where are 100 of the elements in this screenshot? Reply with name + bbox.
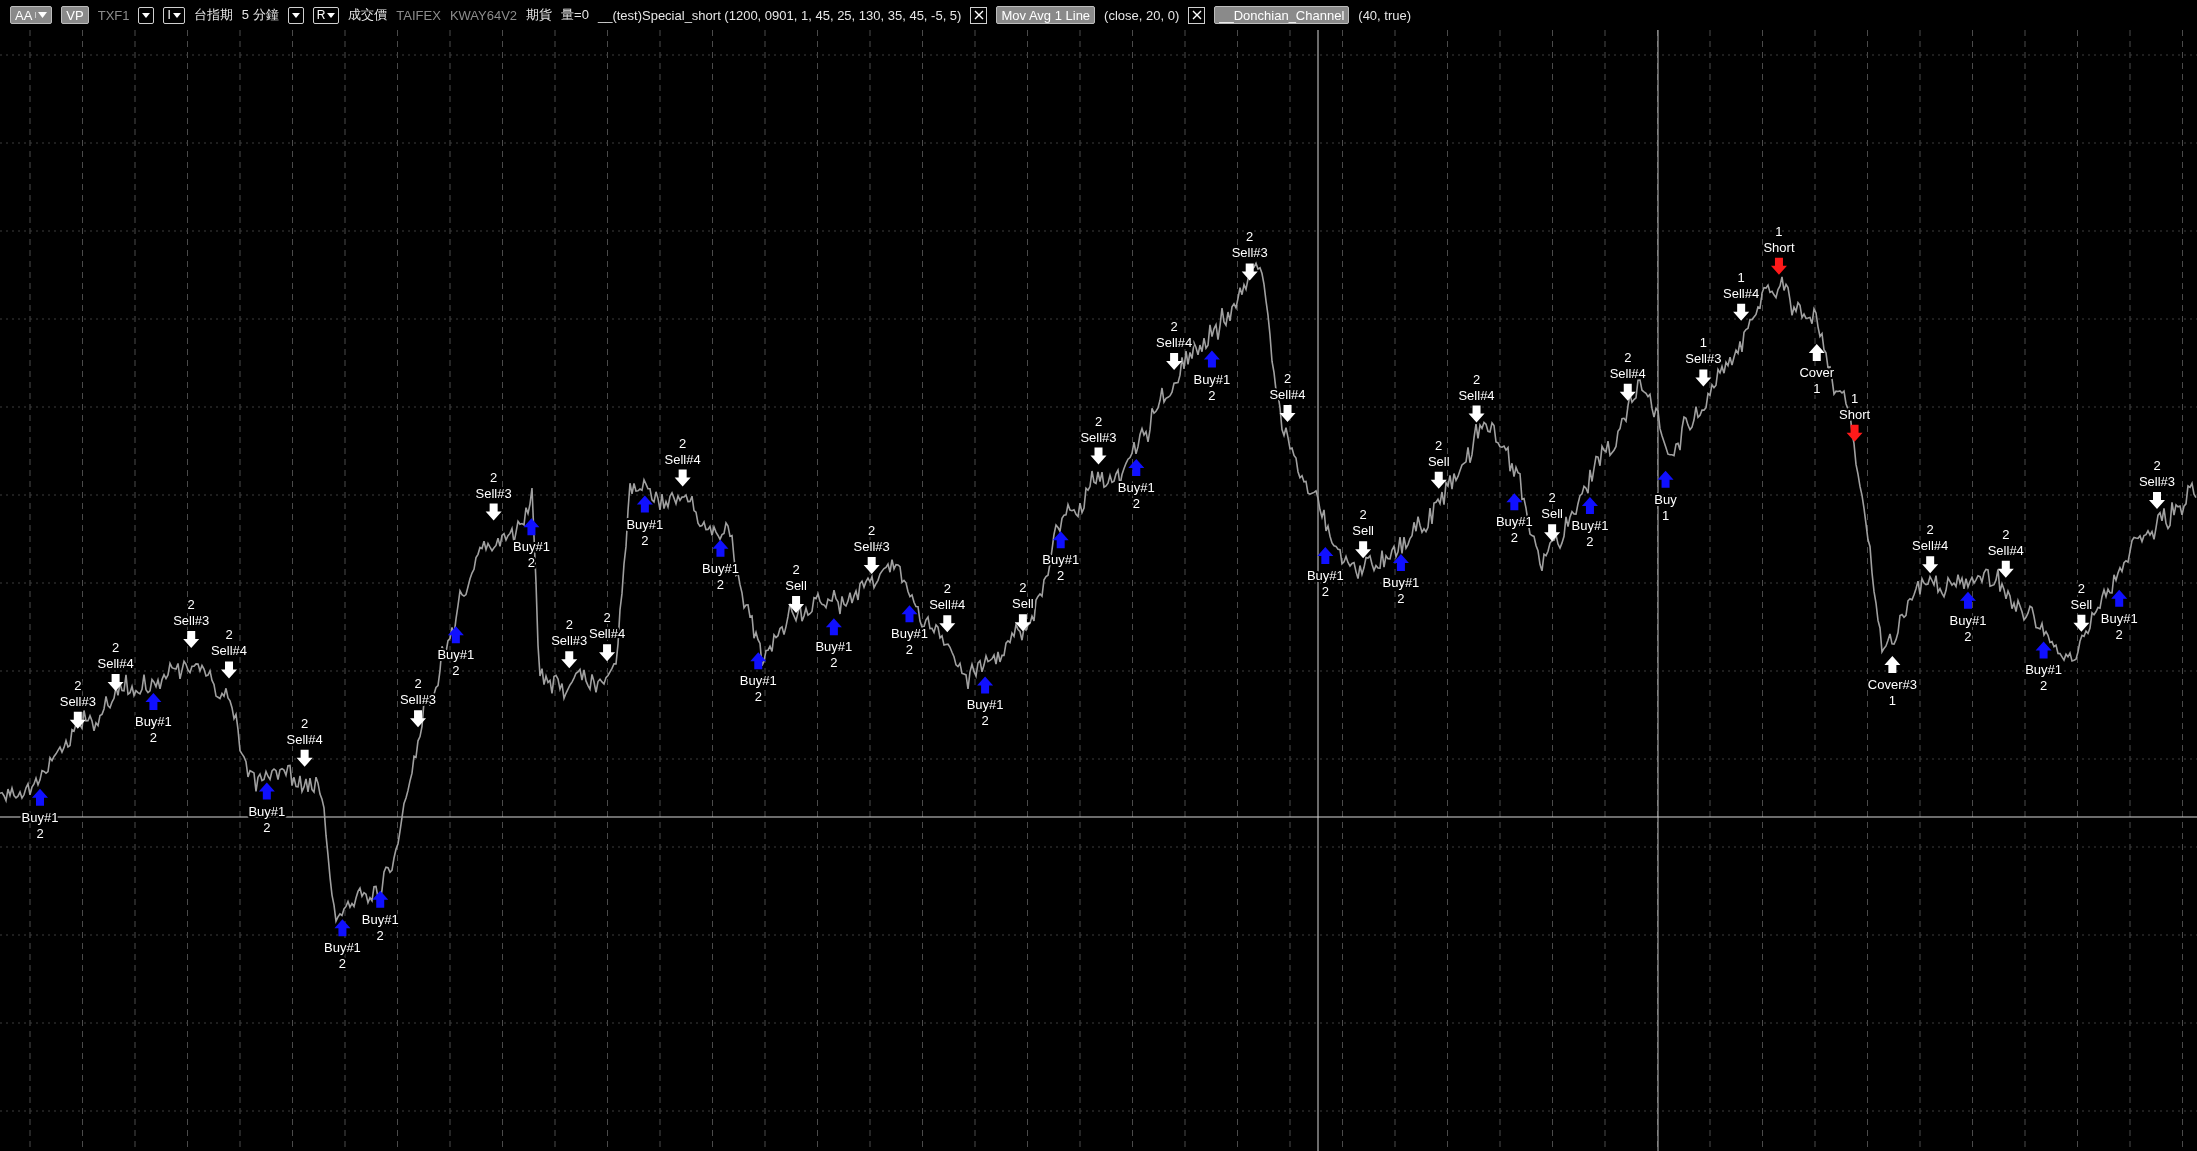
signal-label: Sell#3 bbox=[475, 485, 512, 501]
signal-label: Cover#3 bbox=[1867, 676, 1917, 692]
signal-label: Buy#1 bbox=[248, 803, 286, 819]
signal-quantity: 2 bbox=[1397, 591, 1405, 606]
signal-label: Sell#4 bbox=[97, 656, 134, 672]
dropdown-button[interactable] bbox=[138, 6, 155, 24]
signal-quantity: 2 bbox=[1548, 490, 1556, 506]
signal-quantity: 2 bbox=[527, 555, 536, 571]
dropdown-button[interactable] bbox=[287, 6, 304, 24]
signal-label: Buy#1 bbox=[966, 697, 1004, 713]
signal-label: Short bbox=[1839, 406, 1871, 422]
signal-label: Buy#1 bbox=[815, 639, 853, 655]
signal-label: Sell bbox=[1012, 596, 1034, 612]
signal-label: Buy#1 bbox=[891, 626, 928, 642]
close-button[interactable] bbox=[970, 6, 988, 24]
signal-label: Buy#1 bbox=[1382, 575, 1420, 590]
signal-quantity: 2 bbox=[1586, 534, 1594, 550]
signal-quantity: 2 bbox=[2077, 580, 2085, 596]
signal-quantity: 2 bbox=[2153, 458, 2161, 473]
signal-label: Buy#1 bbox=[1117, 480, 1155, 496]
toolbar-label: TXF1 bbox=[97, 7, 130, 23]
signal-label: Buy#1 bbox=[437, 647, 475, 663]
signal-quantity: 2 bbox=[1472, 371, 1481, 387]
signal-quantity: 1 bbox=[1850, 390, 1859, 406]
signal-label: Sell#3 bbox=[551, 633, 588, 649]
toolbar-label: __(test)Special_short (1200, 0901, 1, 45, 25, 130, 35, 45, -5, 5) bbox=[597, 7, 962, 23]
signal-quantity: 2 bbox=[225, 627, 233, 643]
indicator-button[interactable]: VP bbox=[61, 6, 89, 24]
signal-quantity: 2 bbox=[74, 677, 82, 693]
signal-quantity: 2 bbox=[1359, 507, 1367, 523]
signal-label: Buy#1 bbox=[2025, 662, 2063, 678]
signal-quantity: 2 bbox=[830, 655, 838, 671]
signal-quantity: 2 bbox=[36, 825, 44, 841]
signal-quantity: 1 bbox=[1888, 692, 1896, 708]
signal-quantity: 2 bbox=[490, 469, 498, 485]
signal-quantity: 2 bbox=[338, 956, 347, 972]
signal-quantity: 1 bbox=[1737, 269, 1745, 285]
signal-quantity: 2 bbox=[716, 576, 725, 592]
signal-label: Buy#1 bbox=[2100, 610, 2138, 626]
caret-icon bbox=[291, 12, 300, 18]
toolbar-label: 台指期 bbox=[193, 6, 233, 24]
signal-label: Buy#1 bbox=[361, 911, 399, 927]
toolbar-label: (close, 20, 0) bbox=[1104, 7, 1180, 23]
dropdown-button[interactable]: R bbox=[312, 6, 340, 24]
signal-label: Sell#4 bbox=[1609, 365, 1646, 381]
signal-quantity: 2 bbox=[2002, 526, 2010, 542]
caret-icon bbox=[172, 12, 181, 18]
signal-label: Sell bbox=[2070, 596, 2093, 612]
signal-quantity: 2 bbox=[981, 713, 989, 729]
signal-quantity: 2 bbox=[1208, 387, 1216, 403]
signal-label: Sell#4 bbox=[210, 643, 248, 659]
caret-icon bbox=[142, 12, 151, 18]
signal-quantity: 2 bbox=[565, 617, 573, 633]
signal-label: Buy#1 bbox=[626, 516, 664, 532]
indicator-button[interactable]: Mov Avg 1 Line bbox=[996, 6, 1096, 24]
signal-label: Sell#3 bbox=[59, 693, 96, 709]
signal-quantity: 2 bbox=[263, 819, 271, 835]
signal-quantity: 2 bbox=[943, 581, 951, 597]
signal-quantity: 2 bbox=[112, 640, 120, 656]
close-icon bbox=[1191, 10, 1202, 20]
signal-label: Sell#4 bbox=[286, 731, 323, 747]
signal-quantity: 2 bbox=[754, 689, 762, 705]
signal-label: Sell#3 bbox=[853, 539, 890, 554]
signal-quantity: 2 bbox=[149, 729, 158, 745]
signal-quantity: 1 bbox=[1775, 223, 1783, 239]
toolbar-label: TAIFEX bbox=[396, 7, 441, 23]
toolbar-label: 5 分鐘 bbox=[241, 6, 279, 24]
signal-label: Sell#3 bbox=[2138, 474, 2176, 489]
signal-quantity: 2 bbox=[1964, 628, 1972, 644]
signal-quantity: 2 bbox=[603, 610, 611, 626]
signal-quantity: 2 bbox=[641, 532, 649, 548]
signal-label: Buy#1 bbox=[1306, 567, 1344, 583]
close-button[interactable] bbox=[1188, 6, 1206, 24]
signal-quantity: 2 bbox=[679, 435, 687, 451]
signal-quantity: 2 bbox=[1246, 229, 1254, 245]
indicator-button[interactable]: AA bbox=[10, 6, 53, 24]
signal-quantity: 2 bbox=[792, 562, 800, 578]
signal-label: Sell#4 bbox=[929, 597, 966, 613]
signal-quantity: 2 bbox=[2039, 678, 2048, 694]
signal-quantity: 2 bbox=[1321, 583, 1329, 599]
signal-label: Buy#1 bbox=[21, 809, 59, 825]
signal-label: Sell#4 bbox=[664, 451, 701, 467]
signal-quantity: 2 bbox=[1624, 349, 1632, 365]
signal-label: Sell#4 bbox=[1269, 386, 1306, 402]
indicator-button[interactable]: __Donchian_Channel bbox=[1214, 6, 1350, 24]
signal-label: Sell bbox=[1427, 453, 1450, 469]
signal-label: Sell#4 bbox=[1987, 542, 2024, 558]
signal-quantity: 2 bbox=[2115, 626, 2123, 642]
signal-label: Sell#4 bbox=[1156, 335, 1193, 351]
signal-quantity: 2 bbox=[1926, 522, 1934, 538]
dropdown-button[interactable]: I bbox=[163, 6, 185, 24]
signal-label: Buy#1 bbox=[1495, 514, 1533, 530]
toolbar-label: 成交價 bbox=[348, 6, 388, 24]
signal-label: Buy#1 bbox=[324, 940, 361, 956]
signal-label: Sell bbox=[785, 578, 807, 594]
toolbar-label: 量=0 bbox=[561, 6, 589, 24]
signal-label: Sell bbox=[1541, 506, 1563, 522]
signal-quantity: 2 bbox=[1283, 370, 1292, 386]
toolbar-label: KWAY64V2 bbox=[449, 7, 518, 23]
signal-quantity: 2 bbox=[868, 523, 876, 538]
